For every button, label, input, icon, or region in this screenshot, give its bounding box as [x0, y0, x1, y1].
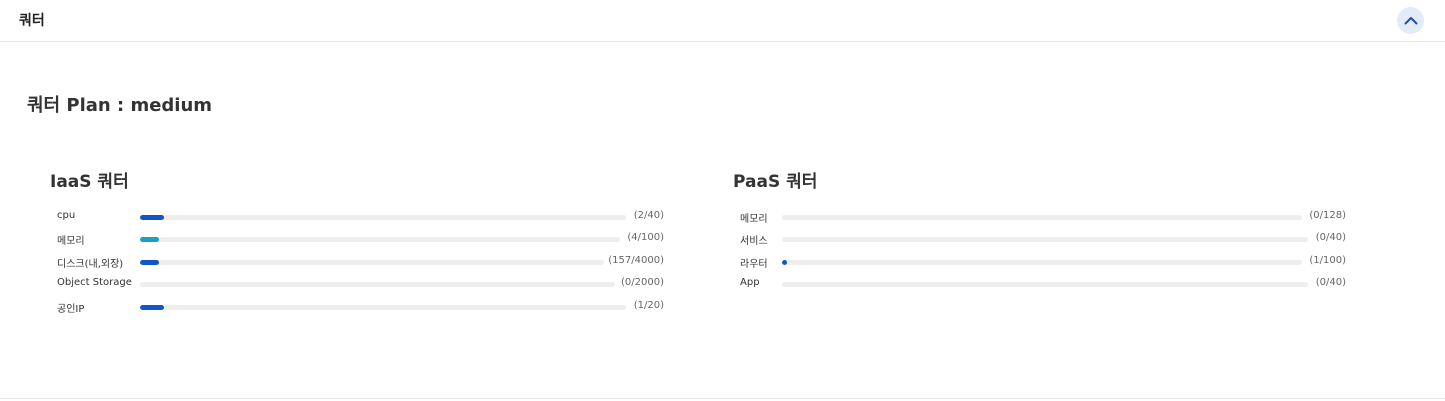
quota-value: (2/40) — [633, 210, 664, 221]
quota-label: 메모리 — [57, 236, 85, 247]
quota-label: App — [740, 277, 760, 288]
quota-label: 디스크(내,외장) — [57, 259, 124, 270]
quota-progress-bar — [140, 237, 620, 242]
quota-value: (0/2000) — [621, 277, 664, 288]
quota-panel-header: 쿼터 — [0, 0, 1445, 42]
quota-row-public-ip: 공인IP (1/20) — [57, 298, 664, 316]
paas-quota-title: PaaS 쿼터 — [733, 172, 818, 192]
quota-row-memory: 메모리 (0/128) — [740, 208, 1346, 226]
quota-row-router: 라우터 (1/100) — [740, 253, 1346, 271]
quota-value: (157/4000) — [608, 255, 664, 266]
quota-label: 메모리 — [740, 214, 768, 225]
quota-progress-bar — [782, 282, 1308, 287]
quota-row-cpu: cpu (2/40) — [57, 208, 664, 226]
panel-title: 쿼터 — [19, 13, 45, 29]
quota-row-app: App (0/40) — [740, 275, 1346, 293]
quota-label: cpu — [57, 210, 76, 221]
quota-row-disk: 디스크(내,외장) (157/4000) — [57, 253, 664, 271]
quota-progress-bar — [782, 260, 1302, 265]
chevron-up-icon — [1404, 17, 1417, 25]
quota-row-memory: 메모리 (4/100) — [57, 230, 664, 248]
quota-row-service: 서비스 (0/40) — [740, 230, 1346, 248]
quota-progress-fill — [140, 237, 160, 242]
iaas-quota-title: IaaS 쿼터 — [50, 172, 129, 192]
quota-plan-title: 쿼터 Plan : medium — [27, 95, 213, 116]
quota-progress-bar — [140, 260, 604, 265]
quota-progress-bar — [782, 215, 1302, 220]
quota-progress-fill — [140, 305, 165, 310]
quota-progress-bar — [140, 215, 626, 220]
bottom-divider — [0, 398, 1445, 399]
quota-value: (0/40) — [1315, 232, 1346, 243]
quota-label: 공인IP — [57, 304, 85, 315]
quota-row-object-storage: Object Storage (0/2000) — [57, 275, 664, 293]
quota-value: (0/40) — [1315, 277, 1346, 288]
quota-value: (4/100) — [627, 232, 664, 243]
quota-label: Object Storage — [57, 277, 132, 288]
quota-label: 라우터 — [740, 259, 768, 270]
quota-value: (0/128) — [1309, 210, 1346, 221]
quota-progress-bar — [140, 305, 626, 310]
quota-progress-fill — [782, 260, 788, 265]
quota-label: 서비스 — [740, 236, 768, 247]
quota-progress-fill — [140, 215, 165, 220]
quota-progress-fill — [140, 260, 159, 265]
quota-value: (1/100) — [1309, 255, 1346, 266]
quota-progress-bar — [782, 237, 1308, 242]
quota-progress-bar — [140, 282, 615, 287]
collapse-button[interactable] — [1397, 7, 1424, 34]
quota-value: (1/20) — [633, 300, 664, 311]
